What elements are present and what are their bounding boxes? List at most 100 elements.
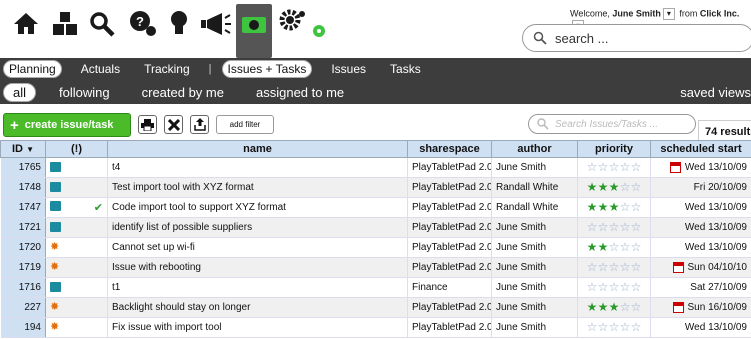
priority-star-icon[interactable]: ★: [609, 201, 620, 213]
priority-star-icon[interactable]: ☆: [609, 161, 620, 173]
cell-id[interactable]: 1719: [0, 257, 46, 278]
tab-actuals[interactable]: Actuals: [76, 61, 125, 77]
priority-star-icon[interactable]: ☆: [620, 181, 631, 193]
priority-star-icon[interactable]: ☆: [631, 261, 642, 273]
priority-star-icon[interactable]: ☆: [587, 161, 598, 173]
export-button[interactable]: [190, 115, 209, 134]
cell-priority[interactable]: ★★★☆☆: [577, 177, 651, 198]
priority-star-icon[interactable]: ★: [598, 241, 609, 253]
priority-star-icon[interactable]: ☆: [631, 181, 642, 193]
cell-priority[interactable]: ☆☆☆☆☆: [577, 157, 651, 178]
cell-id[interactable]: 227: [0, 297, 46, 318]
cell-name[interactable]: identify list of possible suppliers: [107, 217, 408, 238]
cell-name[interactable]: Cannot set up wi-fi: [107, 237, 408, 258]
cell-name[interactable]: Code import tool to support XYZ format: [107, 197, 408, 218]
filter-all[interactable]: all: [3, 82, 37, 102]
priority-star-icon[interactable]: ☆: [631, 201, 642, 213]
saved-views-link[interactable]: saved views: [680, 85, 751, 100]
col-sharespace[interactable]: sharespace: [407, 140, 492, 158]
delete-button[interactable]: [164, 115, 183, 134]
priority-star-icon[interactable]: ☆: [598, 281, 609, 293]
sort-desc-icon[interactable]: ▼: [26, 145, 34, 154]
col-name[interactable]: name: [107, 140, 408, 158]
priority-star-icon[interactable]: ☆: [609, 241, 620, 253]
table-row[interactable]: 1765 t4 PlayTabletPad 2.0 June Smith ☆☆☆☆☆ We…: [0, 157, 751, 178]
table-row[interactable]: 1721 identify list of possible suppliers P…: [0, 217, 751, 238]
priority-star-icon[interactable]: ★: [598, 181, 609, 193]
grid-search[interactable]: Search Issues/Tasks ...: [528, 114, 696, 134]
priority-star-icon[interactable]: ☆: [620, 201, 631, 213]
gear-icon[interactable]: [278, 8, 308, 38]
cell-priority[interactable]: ☆☆☆☆☆: [577, 277, 651, 298]
col-priority[interactable]: priority: [577, 140, 651, 158]
cell-id[interactable]: 1747: [0, 197, 46, 218]
priority-star-icon[interactable]: ☆: [631, 161, 642, 173]
priority-star-icon[interactable]: ☆: [598, 221, 609, 233]
cubes-icon[interactable]: [50, 10, 80, 38]
tab-issues-tasks[interactable]: Issues + Tasks: [221, 60, 313, 78]
add-filter-button[interactable]: add filter: [216, 115, 274, 134]
help-icon[interactable]: ?: [128, 10, 158, 38]
priority-star-icon[interactable]: ☆: [620, 301, 631, 313]
priority-star-icon[interactable]: ★: [587, 201, 598, 213]
cell-id[interactable]: 1748: [0, 177, 46, 198]
priority-star-icon[interactable]: ☆: [587, 281, 598, 293]
priority-star-icon[interactable]: ☆: [631, 221, 642, 233]
priority-star-icon[interactable]: ☆: [609, 261, 620, 273]
filter-following[interactable]: following: [50, 84, 119, 101]
cell-id[interactable]: 194: [0, 317, 46, 338]
camera-icon[interactable]: [241, 12, 267, 36]
priority-star-icon[interactable]: ☆: [631, 321, 642, 333]
cell-id[interactable]: 1721: [0, 217, 46, 238]
tab-issues[interactable]: Issues: [326, 61, 371, 77]
col-id[interactable]: ID ▼: [0, 140, 46, 158]
user-dropdown-icon[interactable]: ▾: [662, 8, 675, 20]
col-author[interactable]: author: [491, 140, 578, 158]
table-row[interactable]: 1720 ✸ Cannot set up wi-fi PlayTabletPad 2.…: [0, 237, 751, 258]
priority-star-icon[interactable]: ★: [587, 241, 598, 253]
global-search[interactable]: search ...: [522, 24, 751, 52]
priority-star-icon[interactable]: ☆: [598, 321, 609, 333]
cell-priority[interactable]: ★★☆☆☆: [577, 237, 651, 258]
priority-star-icon[interactable]: ☆: [631, 301, 642, 313]
col-type[interactable]: (!): [45, 140, 108, 158]
priority-star-icon[interactable]: ☆: [620, 261, 631, 273]
cell-id[interactable]: 1765: [0, 157, 46, 178]
cell-priority[interactable]: ★★★☆☆: [577, 297, 651, 318]
priority-star-icon[interactable]: ☆: [620, 221, 631, 233]
global-search-input[interactable]: search ...: [555, 31, 608, 46]
filter-created-by-me[interactable]: created by me: [133, 84, 233, 101]
cell-id[interactable]: 1720: [0, 237, 46, 258]
priority-star-icon[interactable]: ★: [587, 181, 598, 193]
priority-star-icon[interactable]: ★: [587, 301, 598, 313]
tab-tasks[interactable]: Tasks: [385, 61, 426, 77]
cell-priority[interactable]: ☆☆☆☆☆: [577, 317, 651, 338]
table-row[interactable]: 1719 ✸ Issue with rebooting PlayTabletPad 2…: [0, 257, 751, 278]
priority-star-icon[interactable]: ☆: [587, 261, 598, 273]
cell-priority[interactable]: ☆☆☆☆☆: [577, 257, 651, 278]
cell-priority[interactable]: ★★★☆☆: [577, 197, 651, 218]
home-icon[interactable]: [12, 10, 40, 36]
calendar-icon[interactable]: [672, 261, 684, 273]
cell-name[interactable]: Test import tool with XYZ format: [107, 177, 408, 198]
tab-planning[interactable]: Planning: [3, 60, 62, 78]
cell-name[interactable]: Backlight should stay on longer: [107, 297, 408, 318]
priority-star-icon[interactable]: ★: [598, 201, 609, 213]
grid-search-input[interactable]: Search Issues/Tasks ...: [555, 119, 658, 130]
priority-star-icon[interactable]: ☆: [598, 161, 609, 173]
cell-id[interactable]: 1716: [0, 277, 46, 298]
priority-star-icon[interactable]: ☆: [609, 281, 620, 293]
table-row[interactable]: 1747 ✔ Code import tool to support XYZ for…: [0, 197, 751, 218]
priority-star-icon[interactable]: ☆: [631, 241, 642, 253]
filter-assigned-to-me[interactable]: assigned to me: [247, 84, 353, 101]
create-issue-task-button[interactable]: + create issue/task: [3, 113, 131, 137]
lightbulb-icon[interactable]: [168, 8, 190, 38]
priority-star-icon[interactable]: ☆: [631, 281, 642, 293]
calendar-icon[interactable]: [672, 301, 684, 313]
priority-star-icon[interactable]: ☆: [587, 221, 598, 233]
col-scheduled-start[interactable]: scheduled start: [650, 140, 751, 158]
tab-tracking[interactable]: Tracking: [139, 61, 195, 77]
priority-star-icon[interactable]: ☆: [620, 321, 631, 333]
cell-name[interactable]: Fix issue with import tool: [107, 317, 408, 338]
calendar-icon[interactable]: [669, 161, 681, 173]
